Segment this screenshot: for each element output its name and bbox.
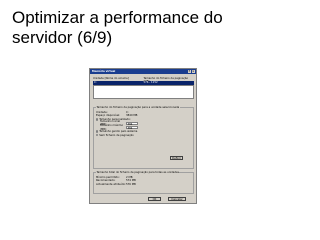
slide-title-line-2: servidor (6/9) — [12, 28, 113, 47]
total-size-legend: Tamanho total do ficheiro de paginação p… — [96, 171, 180, 175]
dialog-title: Memória virtual — [92, 69, 116, 73]
drive-row-selected[interactable]: C: 576 - 1152 — [93, 80, 194, 85]
close-button[interactable]: × — [191, 69, 195, 74]
selected-drive-legend: Tamanho do ficheiro de paginação para a … — [96, 106, 180, 110]
drive-cell: C: — [94, 80, 97, 84]
drive-table: Unidade [Nome do volume] Tamanho do fich… — [93, 77, 194, 99]
help-button[interactable]: ? — [187, 69, 191, 74]
slide-title: Optimizar a performance do servidor (6/9… — [12, 8, 312, 48]
size-cell: 576 - 1152 — [143, 80, 158, 84]
currently-allocated-label: Actualmente atribuído: — [96, 182, 126, 186]
radio-empty-icon — [96, 134, 99, 137]
no-paging-file-label: Sem ficheiro de paginação — [99, 133, 134, 137]
dialog-titlebar: Memória virtual ? × — [90, 69, 196, 74]
drive-list-empty — [93, 84, 194, 99]
slide-title-line-1: Optimizar a performance do — [12, 8, 223, 27]
max-size-input[interactable]: 384 — [126, 126, 138, 130]
currently-allocated-row: Actualmente atribuído: 576 MB — [96, 183, 191, 186]
total-size-group: Tamanho total do ficheiro de paginação p… — [93, 171, 194, 194]
ok-button[interactable]: OK — [148, 197, 161, 202]
radio-empty-icon — [96, 130, 99, 133]
radio-selected-icon — [96, 118, 99, 121]
currently-allocated-value: 576 MB — [126, 182, 136, 186]
cancel-button[interactable]: Cancelar — [168, 197, 186, 202]
virtual-memory-dialog: Memória virtual ? × Unidade [Nome do vol… — [89, 68, 197, 204]
initial-size-input[interactable]: 384 — [126, 121, 138, 126]
set-button[interactable]: Definir — [170, 156, 183, 161]
no-paging-file-radio[interactable]: Sem ficheiro de paginação — [96, 133, 191, 137]
